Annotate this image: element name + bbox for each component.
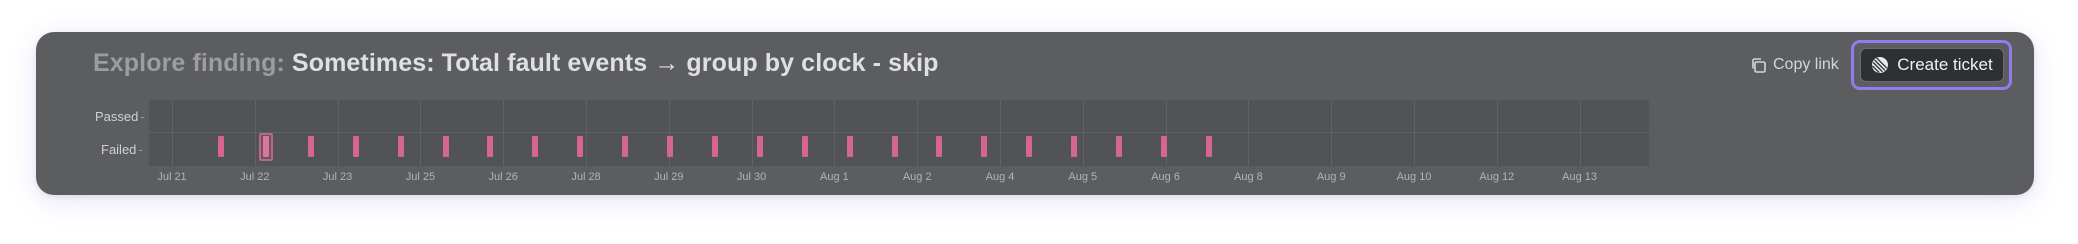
- date-tick-label: Aug 12: [1479, 171, 1515, 183]
- gridline: [1414, 100, 1415, 166]
- row-label-failed: Failed -: [101, 142, 143, 157]
- date-tick-label: Aug 8: [1234, 171, 1263, 183]
- linear-logo-icon: [1871, 56, 1889, 74]
- failed-event-bar[interactable]: [846, 136, 853, 157]
- date-tick-label: Aug 13: [1562, 171, 1598, 183]
- explore-finding-panel: Explore finding: Sometimes: Total fault …: [36, 32, 2034, 195]
- create-ticket-label: Create ticket: [1897, 55, 1993, 74]
- gridline: [1082, 100, 1084, 166]
- failed-event-bar[interactable]: [1205, 136, 1212, 157]
- title-main: Sometimes: Total fault events → group by…: [291, 49, 939, 77]
- failed-event-bar[interactable]: [218, 136, 224, 157]
- selected-event-highlight: [258, 133, 273, 161]
- failed-event-bar[interactable]: [667, 136, 673, 157]
- copy-icon: [1750, 57, 1767, 74]
- failed-event-bar[interactable]: [442, 136, 449, 157]
- date-tick-label: Jul 29: [654, 171, 684, 183]
- date-tick-label: Aug 6: [1151, 171, 1180, 183]
- date-tick-label: Aug 5: [1068, 171, 1098, 183]
- gridline: [337, 100, 339, 166]
- failed-event-bar[interactable]: [532, 136, 539, 157]
- row-label-passed: Passed -: [95, 109, 145, 124]
- failed-event-bar[interactable]: [1116, 136, 1122, 157]
- failed-event-bar[interactable]: [397, 136, 404, 157]
- date-tick-label: Jul 23: [322, 171, 353, 183]
- timeline-chart: [149, 100, 1649, 166]
- gridline: [503, 100, 505, 166]
- failed-event-bar[interactable]: [622, 136, 629, 157]
- date-tick-label: Aug 4: [985, 171, 1015, 183]
- title-prefix: Explore finding:: [93, 49, 285, 77]
- row-divider: [149, 132, 1649, 133]
- date-tick-label: Aug 10: [1396, 171, 1432, 183]
- gridline: [1579, 100, 1581, 166]
- gridline: [834, 100, 836, 166]
- date-tick-label: Aug 9: [1316, 171, 1346, 183]
- failed-event-bar[interactable]: [936, 136, 943, 157]
- failed-event-bar[interactable]: [756, 136, 763, 157]
- create-ticket-button[interactable]: Create ticket: [1860, 48, 2004, 82]
- date-tick-label: Jul 30: [736, 171, 767, 183]
- date-tick-label: Aug 1: [820, 171, 849, 183]
- date-tick-label: Jul 22: [240, 171, 270, 183]
- failed-event-bar[interactable]: [981, 136, 988, 157]
- failed-event-bar[interactable]: [711, 136, 718, 157]
- failed-event-bar[interactable]: [577, 136, 584, 157]
- gridline: [586, 100, 587, 166]
- date-tick-label: Aug 2: [902, 171, 932, 183]
- gridline: [420, 100, 422, 166]
- copy-link-button[interactable]: Copy link: [1750, 56, 1839, 74]
- date-tick-label: Jul 21: [157, 171, 187, 183]
- copy-link-label: Copy link: [1773, 56, 1839, 73]
- failed-event-bar[interactable]: [801, 136, 808, 157]
- gridline: [1248, 100, 1250, 166]
- failed-event-bar[interactable]: [307, 136, 314, 157]
- failed-event-bar[interactable]: [1026, 136, 1033, 157]
- gridline: [1000, 100, 1001, 166]
- failed-event-bar[interactable]: [352, 136, 359, 157]
- gridline: [172, 100, 173, 166]
- gridline: [1496, 100, 1498, 166]
- failed-event-bar[interactable]: [1160, 136, 1167, 157]
- gridline: [751, 100, 753, 166]
- failed-event-bar[interactable]: [891, 136, 898, 157]
- gridline: [254, 100, 256, 166]
- failed-event-bar[interactable]: [487, 136, 494, 157]
- failed-event-bar[interactable]: [1071, 136, 1078, 157]
- date-tick-label: Jul 26: [488, 171, 518, 183]
- gridline: [917, 100, 919, 166]
- gridline: [1331, 100, 1333, 166]
- date-tick-label: Jul 25: [405, 171, 436, 183]
- date-tick-label: Jul 28: [571, 171, 601, 183]
- page-title: Explore finding: Sometimes: Total fault …: [93, 49, 939, 78]
